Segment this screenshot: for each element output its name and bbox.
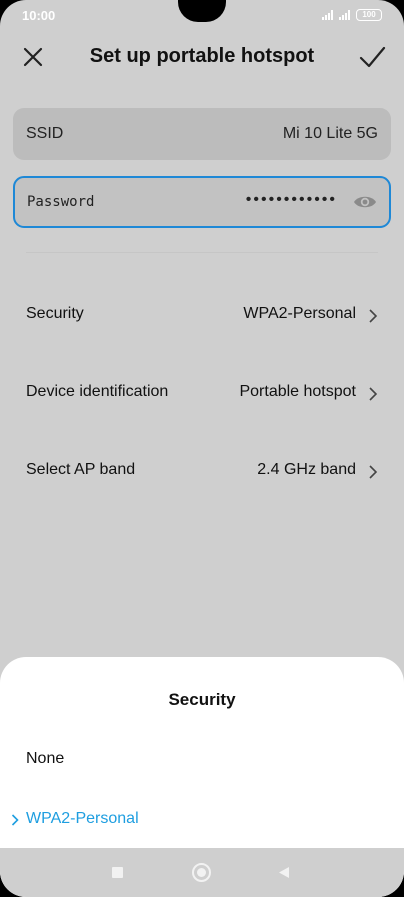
home-icon[interactable] [192,863,211,882]
device-identification-value: Portable hotspot [239,383,356,400]
security-value: WPA2-Personal [243,305,356,322]
chevron-right-icon [369,387,378,401]
ap-band-row[interactable]: Select AP band 2.4 GHz band [0,439,404,503]
page-title: Set up portable hotspot [89,45,315,67]
device-identification-label: Device identification [26,383,169,400]
option-none[interactable]: None [0,735,404,785]
option-wpa2-personal[interactable]: WPA2-Personal [0,795,404,845]
chevron-right-icon [369,465,378,479]
status-icons: 100 [322,9,382,21]
security-row[interactable]: Security WPA2-Personal [0,283,404,347]
security-label: Security [26,305,84,322]
divider [26,252,378,253]
password-value: •••••••••••• [245,191,337,208]
password-label: Password [27,194,95,210]
battery-icon: 100 [356,9,382,21]
signal-icon [339,10,350,20]
navigation-bar [0,848,404,897]
recent-apps-icon[interactable] [112,867,123,878]
ap-band-value: 2.4 GHz band [257,461,356,478]
show-password-button[interactable] [353,193,377,211]
status-bar: 10:00 100 [0,0,404,34]
password-field[interactable]: Password •••••••••••• [13,176,391,228]
option-label: None [26,750,65,767]
ssid-value: Mi 10 Lite 5G [282,125,378,142]
ssid-label: SSID [26,125,64,142]
signal-icon [322,10,333,20]
phone-screen: 10:00 100 Set up portable hotspot SSID M… [0,0,404,897]
status-time: 10:00 [22,8,56,23]
chevron-right-icon [369,309,378,323]
ssid-field[interactable]: SSID Mi 10 Lite 5G [13,108,391,160]
camera-notch [178,0,226,22]
header: Set up portable hotspot [0,34,404,80]
checkmark-icon [359,46,386,68]
eye-icon [354,196,376,208]
ap-band-label: Select AP band [26,461,136,478]
confirm-button[interactable] [358,43,386,71]
back-icon[interactable] [278,866,290,879]
selected-chevron-icon [11,814,19,826]
option-label: WPA2-Personal [26,810,139,827]
device-identification-row[interactable]: Device identification Portable hotspot [0,361,404,425]
sheet-title: Security [168,690,236,709]
